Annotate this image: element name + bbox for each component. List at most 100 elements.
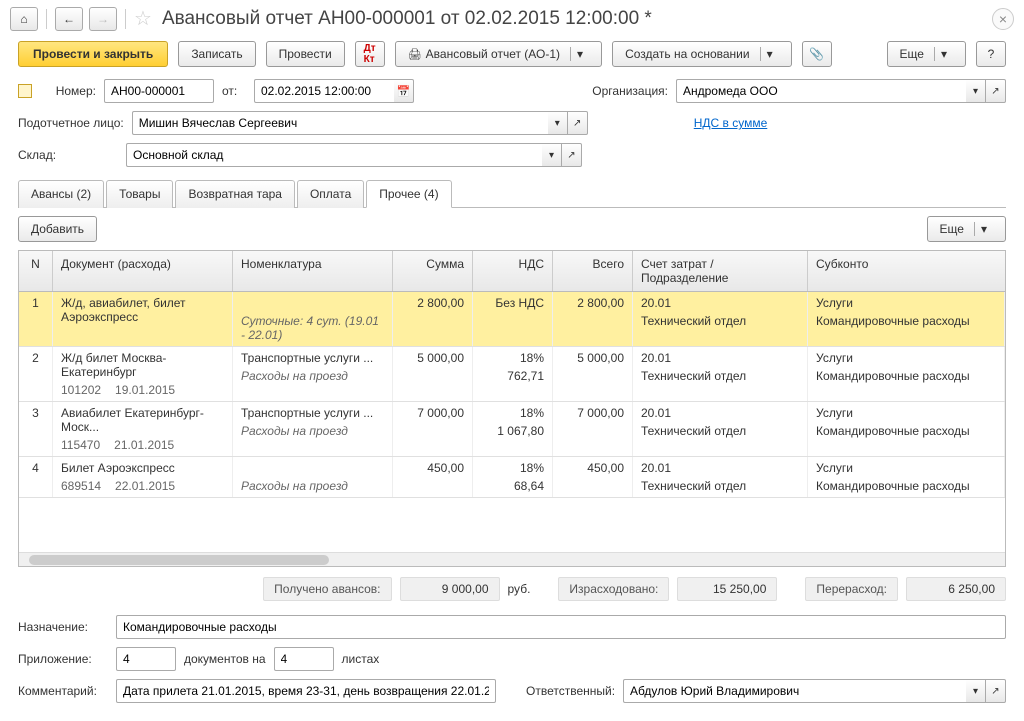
over-label: Перерасход:: [805, 577, 898, 601]
dropdown-button[interactable]: ▾: [966, 79, 986, 103]
post-button[interactable]: Провести: [266, 41, 345, 67]
table-row[interactable]: 4Билет Аэроэкспресс68951422.01.2015Расхо…: [19, 457, 1005, 498]
save-button[interactable]: Записать: [178, 41, 255, 67]
post-and-close-button[interactable]: Провести и закрыть: [18, 41, 168, 67]
horizontal-scrollbar[interactable]: [19, 552, 1005, 566]
dt-kt-button[interactable]: ДтКт: [355, 41, 385, 67]
forward-button[interactable]: →: [89, 7, 117, 31]
cell-subconto: УслугиКомандировочные расходы: [808, 292, 1005, 346]
cell-total: 450,00: [553, 457, 633, 497]
chevron-down-icon: ▾: [934, 47, 953, 61]
spent-value: 15 250,00: [677, 577, 777, 601]
printer-icon: [408, 47, 422, 61]
files-button[interactable]: 📎: [802, 41, 832, 67]
attach-sheets-field[interactable]: [274, 647, 334, 671]
col-nom-header[interactable]: Номенклатура: [233, 251, 393, 291]
cell-sum: 450,00: [393, 457, 473, 497]
over-value: 6 250,00: [906, 577, 1006, 601]
cell-n: 2: [19, 347, 53, 401]
col-subconto-header[interactable]: Субконто: [808, 251, 1005, 291]
number-field[interactable]: [104, 79, 214, 103]
cell-doc: Ж/д, авиабилет, билет Аэроэкспресс: [53, 292, 233, 346]
cell-subconto: УслугиКомандировочные расходы: [808, 402, 1005, 456]
col-n-header[interactable]: N: [19, 251, 53, 291]
separator: [125, 9, 126, 29]
person-field[interactable]: [132, 111, 548, 135]
col-doc-header[interactable]: Документ (расхода): [53, 251, 233, 291]
dropdown-button[interactable]: ▾: [966, 679, 986, 703]
warehouse-label: Склад:: [18, 148, 118, 162]
cell-account: 20.01Технический отдел: [633, 292, 808, 346]
dropdown-button[interactable]: ▾: [542, 143, 562, 167]
help-button[interactable]: ?: [976, 41, 1006, 67]
cell-account: 20.01Технический отдел: [633, 402, 808, 456]
back-button[interactable]: ←: [55, 7, 83, 31]
calendar-button[interactable]: [394, 79, 414, 103]
scrollbar-thumb[interactable]: [29, 555, 329, 565]
table-row[interactable]: 2Ж/д билет Москва-Екатеринбург10120219.0…: [19, 347, 1005, 402]
attach-mid-label: документов на: [184, 652, 266, 666]
col-total-header[interactable]: Всего: [553, 251, 633, 291]
warehouse-field[interactable]: [126, 143, 542, 167]
home-button[interactable]: ⌂: [10, 7, 38, 31]
open-button[interactable]: ↗: [986, 79, 1006, 103]
add-row-button[interactable]: Добавить: [18, 216, 97, 242]
purpose-field[interactable]: [116, 615, 1006, 639]
cell-vat: 18%762,71: [473, 347, 553, 401]
cell-total: 7 000,00: [553, 402, 633, 456]
vat-mode-link[interactable]: НДС в сумме: [694, 116, 768, 130]
dropdown-button[interactable]: ▾: [548, 111, 568, 135]
separator: [46, 9, 47, 29]
cell-nom: Суточные: 4 сут. (19.01 - 22.01): [233, 292, 393, 346]
received-value: 9 000,00: [400, 577, 500, 601]
responsible-field[interactable]: [623, 679, 966, 703]
document-icon: [18, 84, 32, 98]
cell-total: 5 000,00: [553, 347, 633, 401]
print-label: Авансовый отчет (АО-1): [426, 47, 560, 61]
chevron-down-icon: ▾: [974, 222, 993, 236]
chevron-down-icon: ▾: [570, 47, 589, 61]
cell-vat: 18%1 067,80: [473, 402, 553, 456]
org-label: Организация:: [592, 84, 668, 98]
tab-advances[interactable]: Авансы (2): [18, 180, 104, 208]
cell-doc: Ж/д билет Москва-Екатеринбург10120219.01…: [53, 347, 233, 401]
tab-goods[interactable]: Товары: [106, 180, 173, 208]
cell-account: 20.01Технический отдел: [633, 457, 808, 497]
col-account-header[interactable]: Счет затрат / Подразделение: [633, 251, 808, 291]
more-button[interactable]: Еще ▾: [887, 41, 966, 67]
favorite-icon[interactable]: ☆: [134, 6, 152, 31]
col-sum-header[interactable]: Сумма: [393, 251, 473, 291]
cell-nom: Расходы на проезд: [233, 457, 393, 497]
currency-label: руб.: [508, 582, 531, 596]
create-based-label: Создать на основании: [625, 47, 750, 61]
cell-account: 20.01Технический отдел: [633, 347, 808, 401]
comment-label: Комментарий:: [18, 684, 108, 698]
table-row[interactable]: 3Авиабилет Екатеринбург-Моск...11547021.…: [19, 402, 1005, 457]
number-label: Номер:: [40, 84, 96, 98]
date-field[interactable]: [254, 79, 394, 103]
table-row[interactable]: 1Ж/д, авиабилет, билет АэроэкспрессСуточ…: [19, 292, 1005, 347]
create-based-button[interactable]: Создать на основании ▾: [612, 41, 792, 67]
open-button[interactable]: ↗: [568, 111, 588, 135]
grid-more-button[interactable]: Еще ▾: [927, 216, 1006, 242]
attach-docs-field[interactable]: [116, 647, 176, 671]
cell-total: 2 800,00: [553, 292, 633, 346]
comment-field[interactable]: [116, 679, 496, 703]
print-button[interactable]: Авансовый отчет (АО-1) ▾: [395, 41, 602, 67]
attach-end-label: листах: [342, 652, 380, 666]
close-button[interactable]: ×: [992, 8, 1014, 30]
col-vat-header[interactable]: НДС: [473, 251, 553, 291]
open-button[interactable]: ↗: [562, 143, 582, 167]
from-label: от:: [222, 84, 246, 98]
tab-other[interactable]: Прочее (4): [366, 180, 451, 208]
organization-field[interactable]: [676, 79, 966, 103]
expenses-grid: N Документ (расхода) Номенклатура Сумма …: [18, 250, 1006, 567]
spent-label: Израсходовано:: [558, 577, 669, 601]
tab-returnable[interactable]: Возвратная тара: [175, 180, 295, 208]
cell-doc: Авиабилет Екатеринбург-Моск...11547021.0…: [53, 402, 233, 456]
tab-payment[interactable]: Оплата: [297, 180, 364, 208]
purpose-label: Назначение:: [18, 620, 108, 634]
responsible-label: Ответственный:: [526, 684, 615, 698]
cell-vat: Без НДС: [473, 292, 553, 346]
open-button[interactable]: ↗: [986, 679, 1006, 703]
